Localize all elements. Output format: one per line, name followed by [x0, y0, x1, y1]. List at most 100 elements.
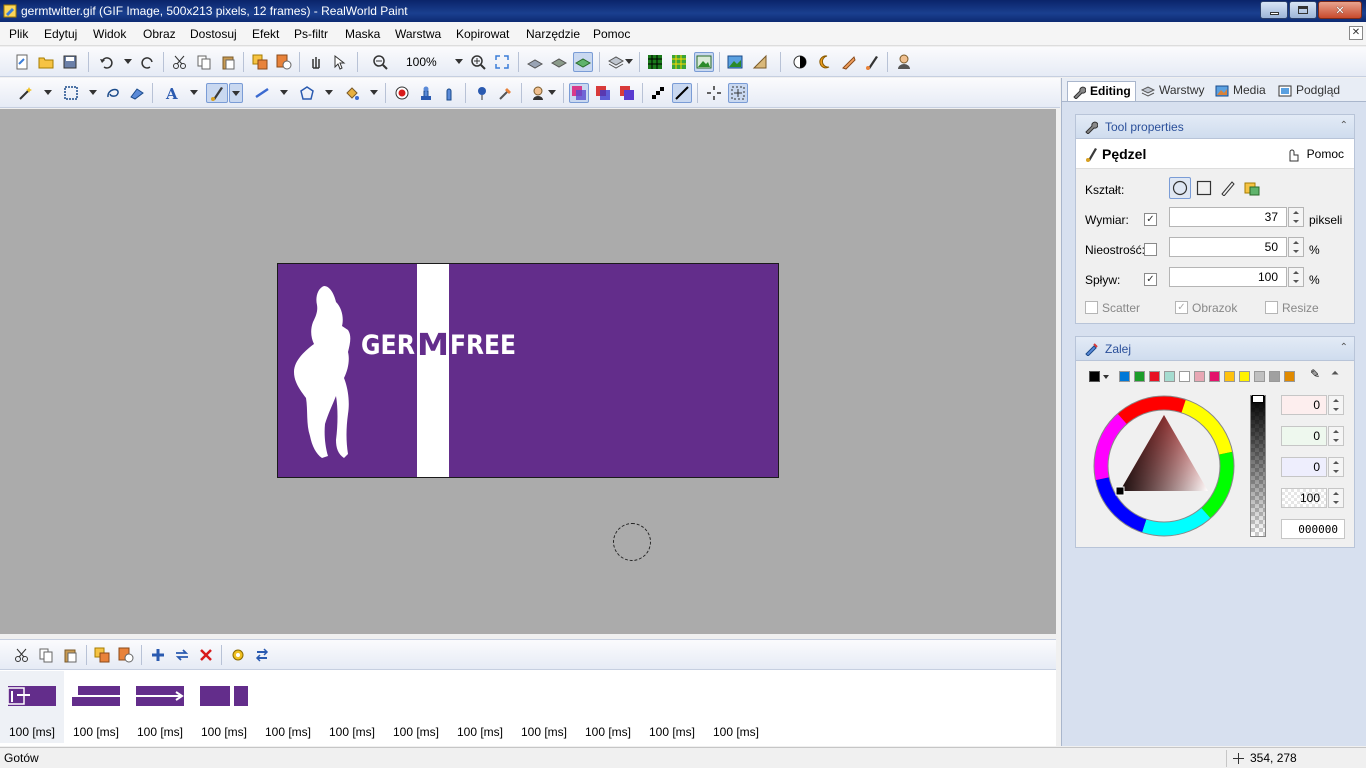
frame-thumbnail[interactable]: 100 [ms] [512, 671, 576, 743]
menu-pomoc[interactable]: Pomoc [593, 27, 630, 41]
current-color-swatch[interactable] [1089, 371, 1100, 382]
new-file-icon[interactable] [12, 52, 32, 72]
menu-widok[interactable]: Widok [93, 27, 126, 41]
layer-view-icon[interactable] [573, 52, 593, 72]
zoom-level[interactable]: 100% [406, 55, 437, 69]
text-tool-icon[interactable]: A [162, 83, 182, 103]
menu-efekt[interactable]: Efekt [252, 27, 279, 41]
layers-menu-icon[interactable] [606, 52, 626, 72]
ruler-icon[interactable] [750, 52, 770, 72]
shape-square-button[interactable] [1193, 177, 1215, 199]
blur-spinner[interactable] [1288, 237, 1304, 257]
transform-icon[interactable] [127, 83, 147, 103]
layer-flatten-icon[interactable] [549, 52, 569, 72]
palette-swatch[interactable] [1284, 371, 1295, 382]
blend-normal-icon[interactable] [569, 83, 589, 103]
frame-thumbnail[interactable]: 100 [ms] [64, 671, 128, 743]
lasso-icon[interactable] [103, 83, 123, 103]
frame-settings-icon[interactable] [228, 645, 248, 665]
menu-obraz[interactable]: Obraz [143, 27, 176, 41]
hex-color-input[interactable]: 000000 [1281, 519, 1345, 539]
palette-swatch[interactable] [1164, 371, 1175, 382]
green-spinner[interactable] [1328, 426, 1344, 446]
layer-merge-icon[interactable] [525, 52, 545, 72]
layer-copy-icon[interactable] [250, 52, 270, 72]
palette-swatch[interactable] [1269, 371, 1280, 382]
canvas-area[interactable]: GER M FREE [0, 109, 1056, 634]
brush-tool-dropdown[interactable] [229, 83, 243, 103]
snap-points-icon[interactable] [704, 83, 724, 103]
alpha-handle[interactable] [1252, 395, 1264, 403]
frame-duplicate-icon[interactable] [92, 645, 112, 665]
frame-delete-icon[interactable] [196, 645, 216, 665]
blur-input[interactable]: 50 [1169, 237, 1287, 257]
frame-cut-icon[interactable] [12, 645, 32, 665]
collapse-icon[interactable]: ⌃ [1340, 120, 1348, 131]
frame-thumbnail[interactable]: 100 [ms] [128, 671, 192, 743]
brush-tool-icon[interactable] [206, 83, 228, 103]
shape-circle-button[interactable] [1169, 177, 1191, 199]
frame-reverse-icon[interactable] [252, 645, 272, 665]
hand-pan-icon[interactable] [306, 52, 326, 72]
snap-grid-icon[interactable] [728, 83, 748, 103]
menu-edytuj[interactable]: Edytuj [44, 27, 77, 41]
blend-subtract-icon[interactable] [617, 83, 637, 103]
save-icon[interactable] [60, 52, 80, 72]
image-canvas[interactable]: GER M FREE [277, 263, 779, 478]
alpha-spinner[interactable] [1328, 488, 1344, 508]
palette-swatch[interactable] [1209, 371, 1220, 382]
size-spinner[interactable] [1288, 207, 1304, 227]
green-input[interactable]: 0 [1281, 426, 1327, 446]
flow-input[interactable]: 100 [1169, 267, 1287, 287]
palette-swatch[interactable] [1149, 371, 1160, 382]
frame-thumbnail[interactable]: 100 [ms] [640, 671, 704, 743]
menu-dostosuj[interactable]: Dostosuj [190, 27, 237, 41]
size-input[interactable]: 37 [1169, 207, 1287, 227]
pointer-select-icon[interactable] [330, 52, 350, 72]
polygon-tool-icon[interactable] [297, 83, 317, 103]
frame-thumbnail[interactable]: 100 [ms] [256, 671, 320, 743]
close-button[interactable]: ✕ [1318, 1, 1362, 19]
frame-copy-icon[interactable] [36, 645, 56, 665]
line-tool-icon[interactable] [252, 83, 272, 103]
eraser-icon[interactable] [838, 52, 858, 72]
dither-icon[interactable] [648, 83, 668, 103]
red-eye-icon[interactable] [392, 83, 412, 103]
maximize-button[interactable] [1289, 1, 1317, 19]
size-checkbox[interactable]: ✓ [1144, 213, 1157, 226]
palette-swatch[interactable] [1254, 371, 1265, 382]
image-preview-icon[interactable] [694, 52, 714, 72]
portrait-icon[interactable] [528, 83, 548, 103]
shape-image-button[interactable] [1241, 177, 1263, 199]
copy-icon[interactable] [194, 52, 214, 72]
palette-swatch[interactable] [1119, 371, 1130, 382]
tab-editing[interactable]: Editing [1067, 81, 1136, 101]
minimize-button[interactable] [1260, 1, 1288, 19]
guides-icon[interactable] [669, 52, 689, 72]
pin-icon[interactable] [472, 83, 492, 103]
zoom-dropdown[interactable] [455, 59, 463, 64]
frame-move-icon[interactable] [172, 645, 192, 665]
alpha-input[interactable]: 100 [1281, 488, 1327, 508]
menu-plik[interactable]: Plik [9, 27, 28, 41]
tab-warstwy[interactable]: Warstwy [1137, 81, 1209, 101]
palette-swatch[interactable] [1239, 371, 1250, 382]
frame-paste-icon[interactable] [60, 645, 80, 665]
resize-checkbox[interactable] [1265, 301, 1278, 314]
zoom-in-icon[interactable] [468, 52, 488, 72]
frame-thumbnail[interactable]: 100 [ms] [384, 671, 448, 743]
blue-input[interactable]: 0 [1281, 457, 1327, 477]
tab-media[interactable]: Media [1211, 81, 1270, 101]
blue-spinner[interactable] [1328, 457, 1344, 477]
frame-import-icon[interactable] [116, 645, 136, 665]
color-picker-icon[interactable] [496, 83, 516, 103]
color-wheel[interactable] [1091, 393, 1237, 539]
frame-thumbnail[interactable]: 100 [ms] [320, 671, 384, 743]
tab-podglad[interactable]: Podgląd [1274, 81, 1344, 101]
antialias-icon[interactable] [672, 83, 692, 103]
flow-spinner[interactable] [1288, 267, 1304, 287]
palette-swatch[interactable] [1134, 371, 1145, 382]
palette-swatch[interactable] [1179, 371, 1190, 382]
undo-icon[interactable] [96, 52, 116, 72]
smudge-icon[interactable] [440, 83, 460, 103]
